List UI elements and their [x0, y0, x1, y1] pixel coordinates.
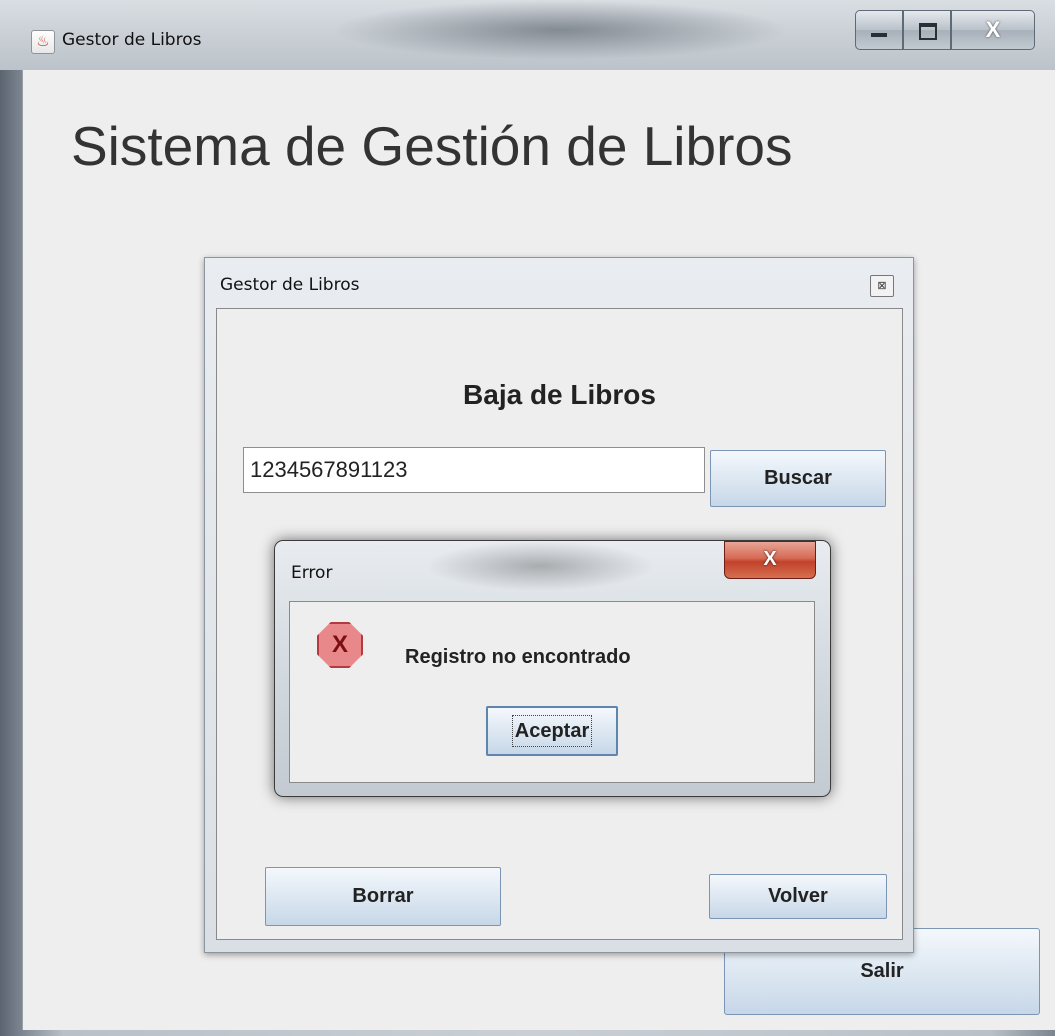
error-message: Registro no encontrado: [405, 646, 631, 668]
borrar-button[interactable]: Borrar: [265, 867, 501, 926]
dialog-close-icon[interactable]: ⊠: [870, 275, 894, 297]
isbn-input[interactable]: [243, 447, 705, 493]
dialog-heading: Baja de Libros: [463, 379, 656, 410]
maximize-icon: [919, 23, 937, 40]
volver-button[interactable]: Volver: [709, 874, 887, 919]
java-icon[interactable]: ♨: [31, 30, 55, 54]
maximize-button[interactable]: [903, 10, 951, 50]
error-dialog: Error X X Registro no encontrado Aceptar: [274, 540, 831, 797]
close-icon: X: [763, 548, 777, 570]
aceptar-label: Aceptar: [511, 715, 593, 747]
page-title: Sistema de Gestión de Libros: [71, 115, 793, 177]
aceptar-button[interactable]: Aceptar: [486, 706, 618, 756]
error-content: X Registro no encontrado Aceptar: [289, 601, 815, 783]
close-button[interactable]: X: [951, 10, 1035, 50]
minimize-button[interactable]: [855, 10, 903, 50]
dialog-title: Gestor de Libros: [220, 275, 360, 295]
error-dialog-title: Error: [291, 563, 333, 583]
minimize-icon: [871, 33, 887, 37]
buscar-button[interactable]: Buscar: [710, 450, 886, 507]
error-icon: X: [317, 622, 363, 668]
window-title: Gestor de Libros: [62, 30, 202, 50]
close-icon: X: [985, 17, 1001, 42]
main-title-bar[interactable]: ♨ Gestor de Libros X: [0, 0, 1055, 70]
error-close-button[interactable]: X: [724, 541, 816, 579]
